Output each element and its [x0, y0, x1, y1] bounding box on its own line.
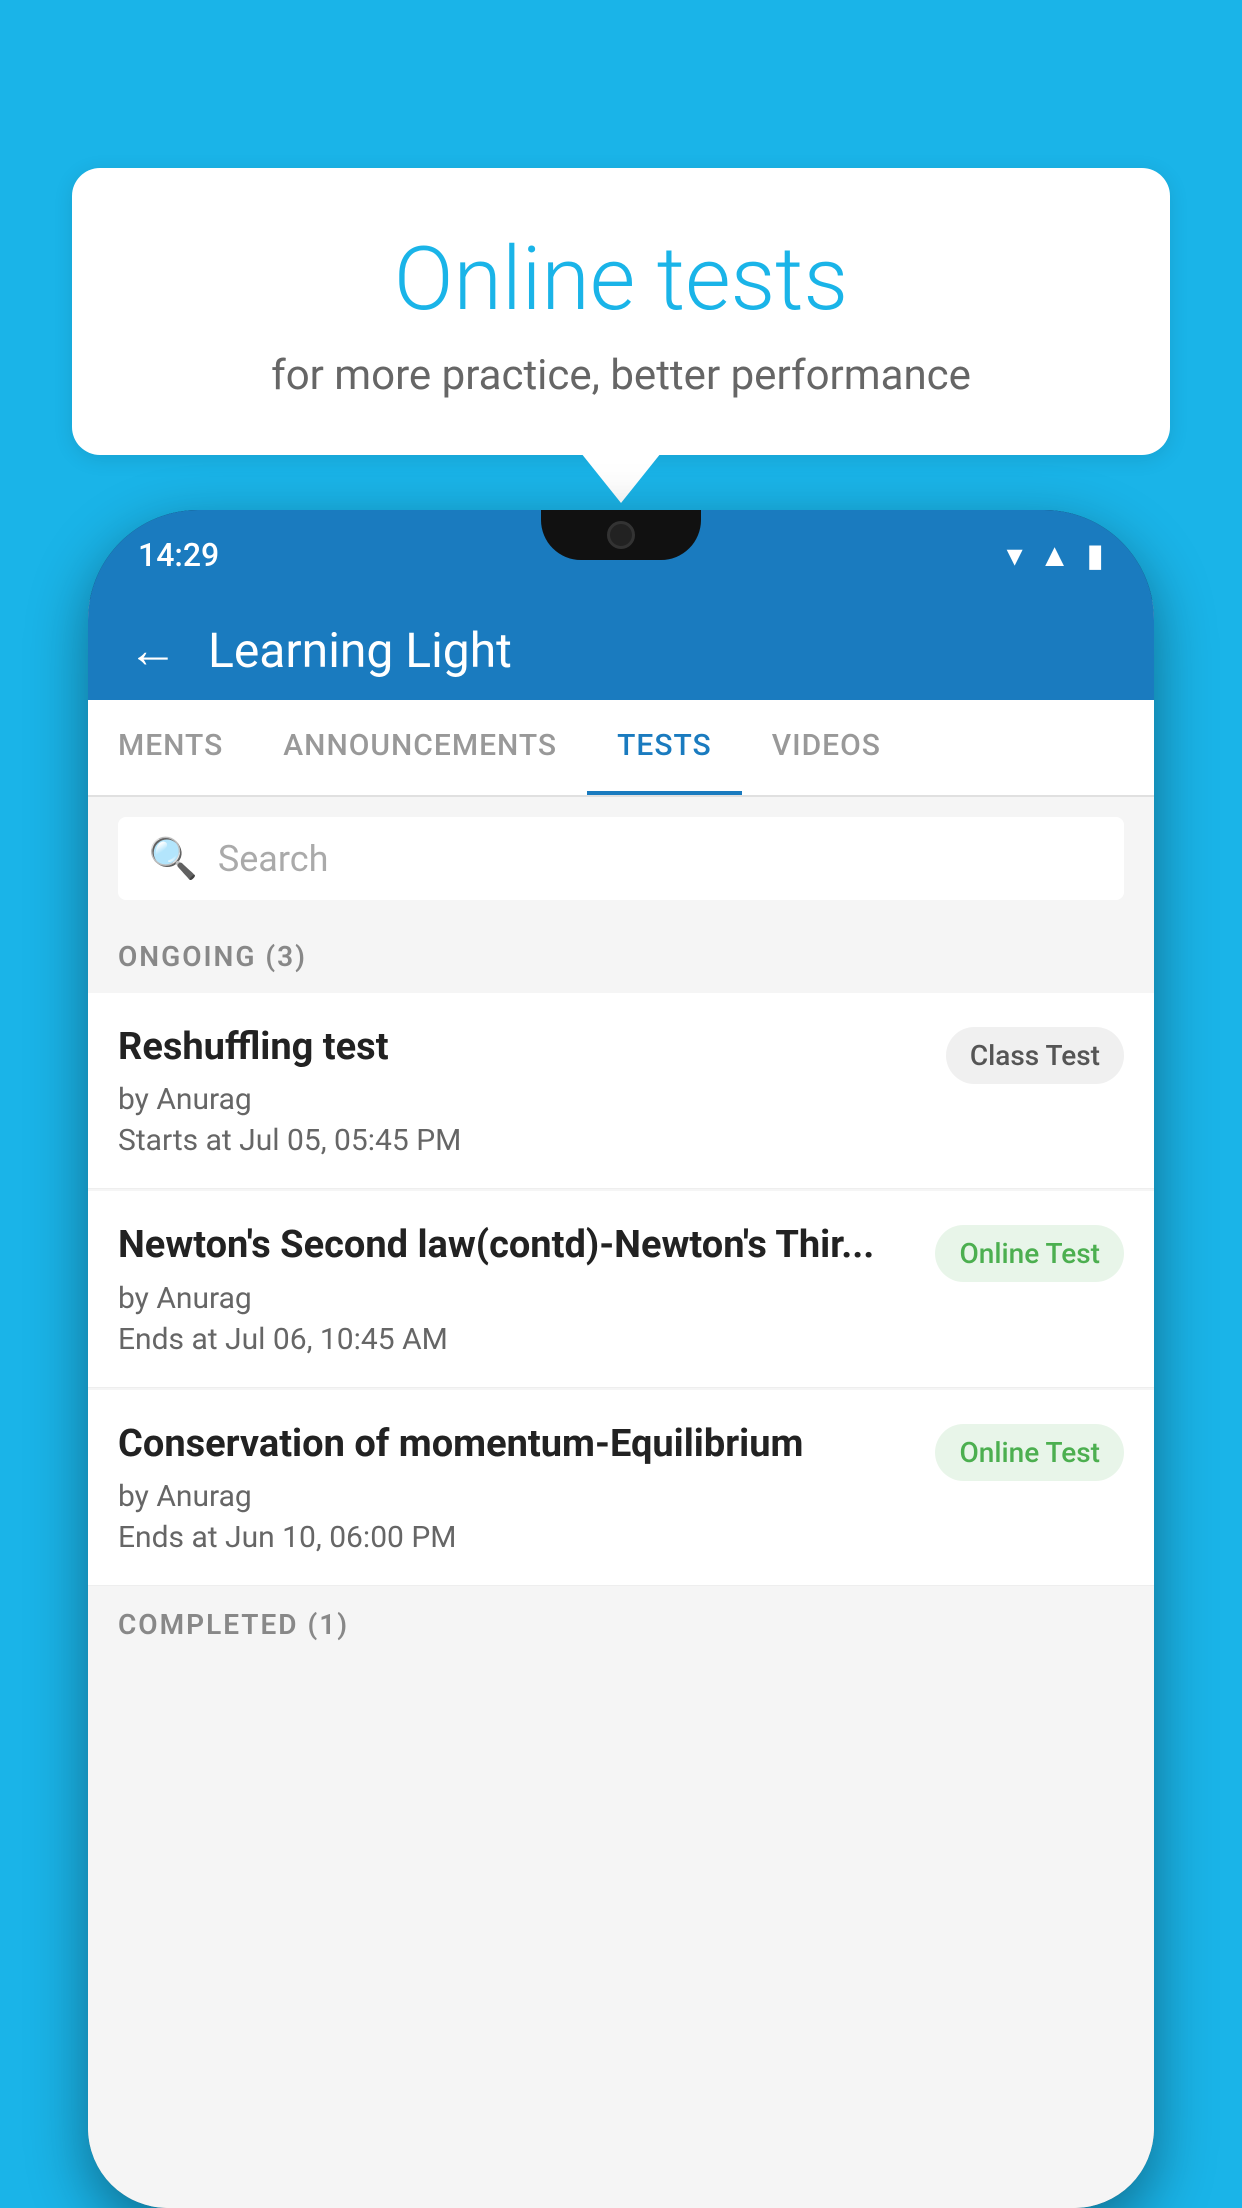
search-placeholder: Search: [218, 838, 329, 880]
wifi-icon: ▾: [1007, 536, 1023, 574]
test-item[interactable]: Newton's Second law(contd)-Newton's Thir…: [88, 1191, 1154, 1387]
status-icons: ▾ ▲ ▮: [1007, 536, 1104, 574]
test-author: by Anurag: [118, 1082, 926, 1117]
phone-notch: [541, 510, 701, 560]
tab-announcements[interactable]: ANNOUNCEMENTS: [253, 700, 587, 795]
tab-assignments[interactable]: MENTS: [88, 700, 253, 795]
test-author: by Anurag: [118, 1281, 915, 1316]
tab-tests[interactable]: TESTS: [587, 700, 742, 795]
test-badge-online: Online Test: [935, 1424, 1124, 1481]
tab-videos[interactable]: VIDEOS: [742, 700, 911, 795]
search-bar[interactable]: 🔍 Search: [118, 817, 1124, 900]
bubble-subtitle: for more practice, better performance: [122, 351, 1120, 400]
phone-screen: ← Learning Light MENTS ANNOUNCEMENTS TES…: [88, 600, 1154, 2208]
phone-frame: 14:29 ▾ ▲ ▮ ← Learning Light MENTS ANNOU…: [88, 510, 1154, 2208]
test-item-content: Conservation of momentum-Equilibrium by …: [118, 1420, 935, 1555]
test-badge-online: Online Test: [935, 1225, 1124, 1282]
test-item[interactable]: Conservation of momentum-Equilibrium by …: [88, 1390, 1154, 1586]
test-author: by Anurag: [118, 1479, 915, 1514]
battery-icon: ▮: [1086, 536, 1104, 574]
completed-section-header: COMPLETED (1): [88, 1588, 1154, 1661]
test-item[interactable]: Reshuffling test by Anurag Starts at Jul…: [88, 993, 1154, 1189]
test-date: Ends at Jul 06, 10:45 AM: [118, 1322, 915, 1357]
test-badge-class: Class Test: [946, 1027, 1124, 1084]
test-date: Ends at Jun 10, 06:00 PM: [118, 1520, 915, 1555]
test-title: Reshuffling test: [118, 1023, 926, 1072]
test-date: Starts at Jul 05, 05:45 PM: [118, 1123, 926, 1158]
search-icon: 🔍: [148, 835, 198, 882]
tabs-container: MENTS ANNOUNCEMENTS TESTS VIDEOS: [88, 700, 1154, 797]
speech-bubble: Online tests for more practice, better p…: [72, 168, 1170, 455]
status-time: 14:29: [138, 536, 219, 574]
ongoing-section-header: ONGOING (3): [88, 920, 1154, 993]
list-content: ONGOING (3) Reshuffling test by Anurag S…: [88, 920, 1154, 2208]
search-container: 🔍 Search: [88, 797, 1154, 920]
test-item-content: Newton's Second law(contd)-Newton's Thir…: [118, 1221, 935, 1356]
camera-icon: [607, 521, 635, 549]
back-button[interactable]: ←: [128, 621, 178, 680]
signal-icon: ▲: [1039, 536, 1071, 574]
status-bar: 14:29 ▾ ▲ ▮: [88, 510, 1154, 600]
test-title: Conservation of momentum-Equilibrium: [118, 1420, 915, 1469]
bubble-title: Online tests: [122, 228, 1120, 331]
test-item-content: Reshuffling test by Anurag Starts at Jul…: [118, 1023, 946, 1158]
app-title: Learning Light: [208, 622, 512, 679]
test-title: Newton's Second law(contd)-Newton's Thir…: [118, 1221, 915, 1270]
app-header: ← Learning Light: [88, 600, 1154, 700]
